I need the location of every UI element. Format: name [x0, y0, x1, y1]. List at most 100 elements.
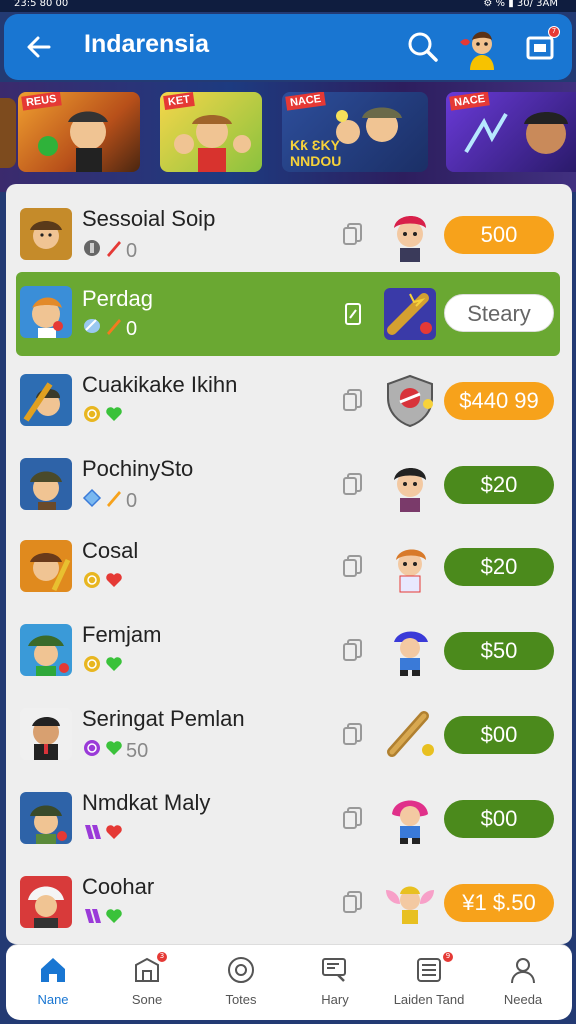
- banner-item[interactable]: NACE: [446, 92, 576, 172]
- copy-icon[interactable]: [342, 472, 364, 496]
- nav-label: Hary: [321, 992, 349, 1007]
- telescope-item: [382, 706, 438, 762]
- item-name: Seringat Pemlan: [82, 706, 245, 731]
- list-item[interactable]: Seringat Pemlan 50 $00: [16, 698, 562, 768]
- copy-icon[interactable]: [342, 806, 364, 830]
- nav-item-totes[interactable]: Totes: [194, 945, 288, 1021]
- nav-label: Laiden Tand: [393, 992, 465, 1007]
- item-name: Cuakikake Ikihn: [82, 372, 238, 397]
- copy-icon[interactable]: [342, 638, 364, 662]
- banner-partial-left[interactable]: [0, 98, 16, 168]
- diamond-icon: [82, 488, 102, 514]
- search-icon[interactable]: [406, 30, 440, 64]
- item-name: Cosal: [82, 538, 139, 563]
- green-heart-icon: [104, 906, 124, 932]
- green-heart-icon: [104, 404, 124, 430]
- nav-badge: 9: [442, 951, 454, 963]
- gold-coin-icon: [82, 570, 102, 596]
- nav-item-profile[interactable]: Needa: [476, 945, 570, 1021]
- nav-label: Needa: [503, 992, 543, 1007]
- item-name: Perdag: [82, 286, 153, 311]
- telescope-item: [382, 286, 438, 342]
- green-heart-icon: [104, 654, 124, 680]
- nav-item-store[interactable]: 3 Sone: [100, 945, 194, 1021]
- purple-ribbon-icon: [82, 906, 102, 932]
- status-time: 23:5 80 00: [14, 0, 69, 9]
- copy-icon[interactable]: [342, 222, 364, 246]
- gold-coin-icon: [82, 404, 102, 430]
- item-count: 0: [126, 317, 138, 340]
- status-bar: 23:5 80 00 ⚙ % ▮ 30/ 3AM: [0, 0, 576, 12]
- price-button[interactable]: $20: [444, 548, 554, 586]
- banner-item[interactable]: Kƙ ƐKY NNDOU NACE: [282, 92, 428, 172]
- price-button[interactable]: ¥1 $.50: [444, 884, 554, 922]
- price-button[interactable]: $50: [444, 632, 554, 670]
- item-name: Sessoial Soip: [82, 206, 216, 231]
- gray-coin-icon: [82, 238, 102, 264]
- app-icon: [20, 540, 72, 592]
- pink-hair-avatar: [382, 790, 438, 846]
- copy-icon[interactable]: [342, 302, 364, 326]
- mascot-avatar[interactable]: [456, 24, 504, 72]
- copy-icon[interactable]: [342, 722, 364, 746]
- list-item[interactable]: Cuakikake Ikihn $440 99: [16, 364, 562, 434]
- item-meta: 0: [82, 238, 137, 264]
- nav-item-home[interactable]: Nane: [6, 945, 100, 1021]
- page-title: Indarensia: [84, 30, 210, 58]
- list-item[interactable]: Sessoial Soip 0 500: [16, 198, 562, 268]
- green-heart-icon: [104, 738, 124, 764]
- red-heart-icon: [104, 570, 124, 596]
- list-item-selected[interactable]: Perdag 0 Steary: [16, 272, 560, 356]
- list-item[interactable]: PochinySto 0 $20: [16, 448, 562, 518]
- nav-label: Sone: [131, 992, 163, 1007]
- item-meta: [82, 570, 124, 596]
- copy-icon[interactable]: [342, 388, 364, 412]
- price-button[interactable]: $20: [444, 466, 554, 504]
- banner-item[interactable]: KET: [160, 92, 262, 172]
- price-button[interactable]: 500: [444, 216, 554, 254]
- list-item[interactable]: Cosal $20: [16, 530, 562, 600]
- featured-banner-strip: REUS KET Kƙ ƐKY NNDOU NACE NACE: [0, 82, 576, 192]
- home-icon: [38, 955, 68, 985]
- item-list: Sessoial Soip 0 500 Perdag 0 Steary Cuak…: [6, 184, 572, 944]
- list-item[interactable]: Coohar ¥1 $.50: [16, 866, 562, 936]
- gold-coin-icon: [82, 654, 102, 680]
- app-icon: [20, 624, 72, 676]
- banner-item[interactable]: REUS: [18, 92, 140, 172]
- nav-item-hary[interactable]: Hary: [288, 945, 382, 1021]
- item-meta: [82, 822, 124, 848]
- cast-icon[interactable]: 7: [524, 26, 560, 62]
- app-icon: [20, 876, 72, 928]
- purple-ribbon-icon: [82, 822, 102, 848]
- list-item[interactable]: Nmdkat Maly $00: [16, 782, 562, 852]
- item-name: PochinySto: [82, 456, 194, 481]
- item-count: 50: [126, 739, 149, 762]
- app-icon: [20, 286, 72, 338]
- copy-icon[interactable]: [342, 890, 364, 914]
- price-button[interactable]: Steary: [444, 294, 554, 332]
- item-meta: 50: [82, 738, 148, 764]
- back-arrow-icon[interactable]: [22, 30, 56, 64]
- app-bar: Indarensia 7: [4, 14, 572, 80]
- ginger-kid-avatar: [382, 538, 438, 594]
- disc-icon: [226, 955, 256, 985]
- svg-text:NNDOU: NNDOU: [290, 153, 341, 169]
- nav-label: Totes: [225, 992, 257, 1007]
- copy-icon[interactable]: [342, 554, 364, 578]
- item-count: 0: [126, 489, 138, 512]
- nav-item-laiden[interactable]: 9 Laiden Tand: [382, 945, 476, 1021]
- item-name: Femjam: [82, 622, 162, 647]
- list-item[interactable]: Femjam $50: [16, 614, 562, 684]
- price-button[interactable]: $00: [444, 716, 554, 754]
- price-button[interactable]: $00: [444, 800, 554, 838]
- item-name: Coohar: [82, 874, 155, 899]
- bottom-navigation: Nane 3 Sone Totes Hary 9 Laiden Tand Nee…: [6, 944, 572, 1020]
- blue-gem-icon: [82, 316, 102, 342]
- shield-item: [382, 372, 438, 428]
- price-button[interactable]: $440 99: [444, 382, 554, 420]
- notification-badge: 7: [548, 26, 560, 38]
- profile-icon: [508, 955, 538, 985]
- item-name: Nmdkat Maly: [82, 790, 211, 815]
- search-list-icon: [320, 955, 350, 985]
- app-icon: [20, 708, 72, 760]
